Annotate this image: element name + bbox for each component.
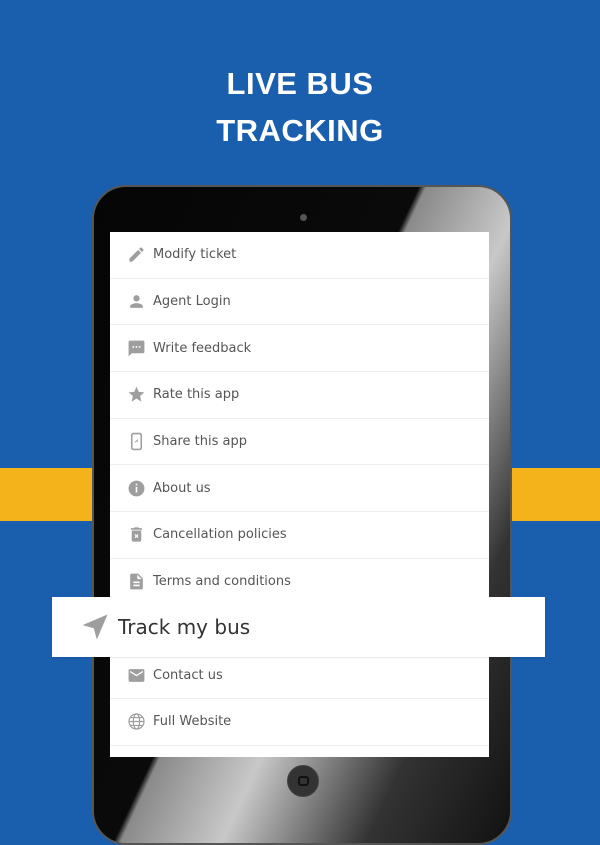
track-my-bus-highlight[interactable]: Track my bus [52,597,545,657]
menu-item-modify-ticket[interactable]: Modify ticket [110,232,489,279]
menu-list: Modify ticket Agent Login Write feedback… [110,232,489,757]
menu-item-about-us[interactable]: About us [110,465,489,513]
menu-item-cancellation-policies[interactable]: Cancellation policies [110,512,489,559]
star-icon [128,386,145,403]
menu-label: Cancellation policies [153,527,287,543]
menu-label: Contact us [153,667,223,683]
home-button[interactable] [287,765,319,797]
menu-item-partial[interactable] [110,746,489,757]
title-line-2: TRACKING [216,113,384,148]
menu-item-contact-us[interactable]: Contact us [110,652,489,699]
menu-label: Full Website [153,714,232,730]
camera-icon [300,214,307,221]
track-my-bus-label: Track my bus [118,615,251,639]
menu-label: Modify ticket [153,247,237,263]
menu-item-write-feedback[interactable]: Write feedback [110,325,489,373]
mail-icon [128,668,145,682]
menu-item-agent-login[interactable]: Agent Login [110,279,489,326]
menu-label: Rate this app [153,387,240,403]
menu-label: Write feedback [153,340,252,356]
document-icon [130,573,143,590]
menu-label: Share this app [153,434,247,450]
globe-icon [128,713,145,730]
menu-item-share-app[interactable]: Share this app [110,419,489,466]
page-title: LIVE BUS TRACKING [0,60,600,154]
title-line-1: LIVE BUS [226,66,374,101]
feedback-icon [128,340,145,357]
pencil-icon [129,247,144,262]
person-icon [130,295,143,308]
share-phone-icon [130,432,143,451]
menu-label: Terms and conditions [153,574,291,590]
navigation-arrow-icon [82,614,108,640]
menu-label: Agent Login [153,294,231,310]
menu-item-rate-app[interactable]: Rate this app [110,372,489,419]
trash-icon [130,527,143,543]
info-icon [128,480,145,497]
menu-label: About us [153,480,211,496]
menu-item-full-website[interactable]: Full Website [110,699,489,746]
